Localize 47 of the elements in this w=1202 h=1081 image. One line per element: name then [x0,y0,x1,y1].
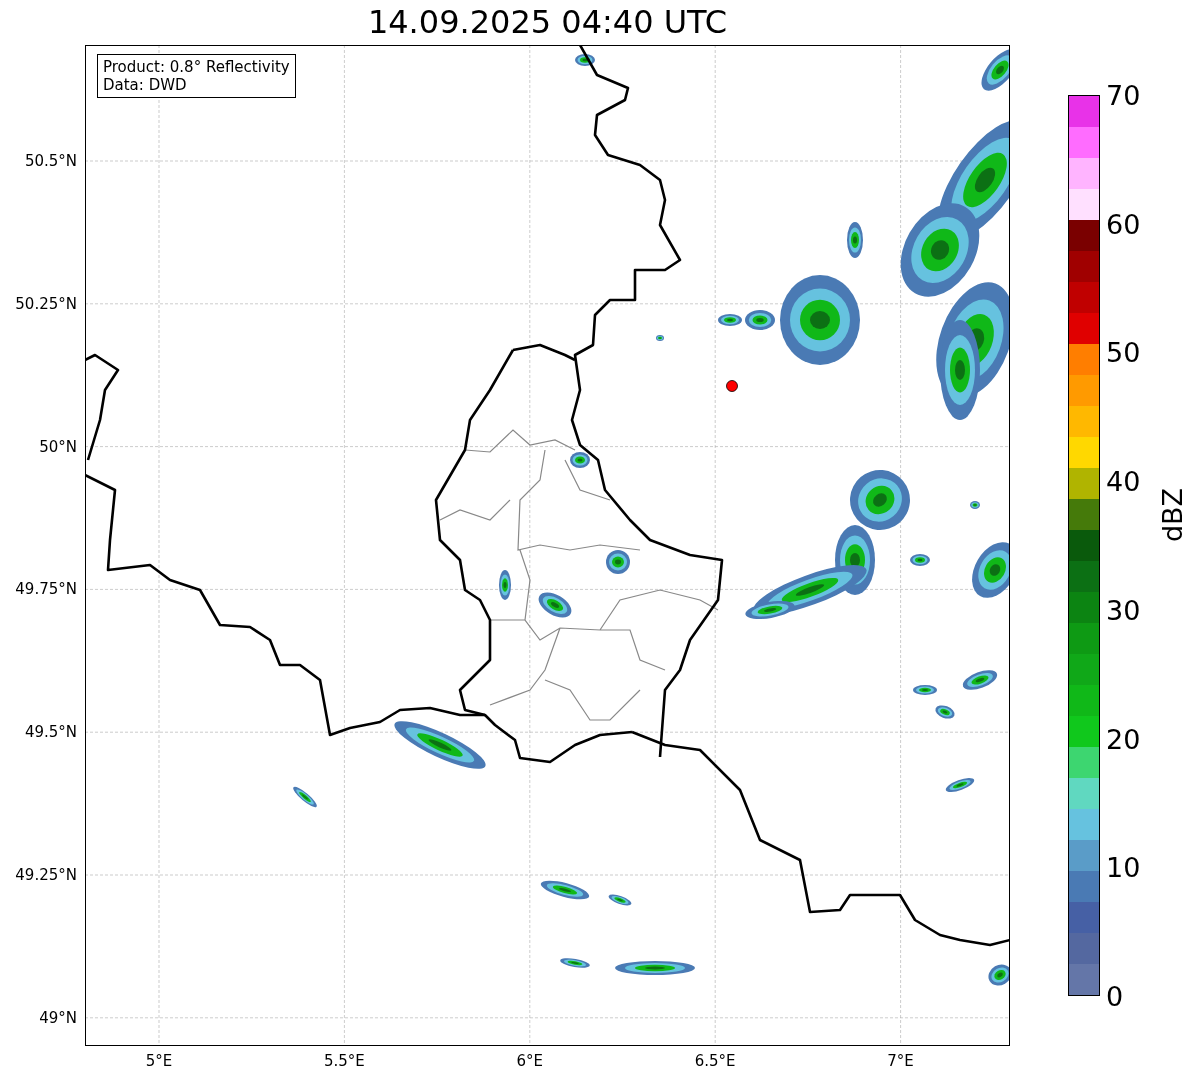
colorbar-tick-label: 60 [1106,208,1141,240]
radar-echo [945,778,975,792]
radar-echo [988,964,1009,986]
radar-echo [499,570,511,600]
longitude-label: 6°E [516,1052,544,1070]
radar-echo [538,592,572,618]
radar-echo [935,705,955,719]
radar-echo [718,314,742,326]
colorbar-tick-label: 20 [1106,723,1141,755]
radar-echo [970,501,980,509]
colorbar-tick-label: 30 [1106,594,1141,626]
longitude-label: 5.5°E [323,1052,365,1070]
latitude-label: 49.75°N [15,580,77,599]
radar-echo [910,554,930,566]
radar-echo [656,335,664,341]
latitude-label: 49.25°N [15,866,77,884]
radar-echo [560,958,590,968]
chart-title: 14.09.2025 04:40 UTC [366,2,729,43]
colorbar-tick-label: 10 [1106,851,1141,883]
latitude-label: 49°N [39,1008,77,1027]
radar-echo [981,49,1009,91]
colorbar-tick-label: 0 [1106,980,1124,1012]
radar-echo [293,786,317,808]
info-text: Data: DWD [103,76,188,94]
info-text: Product: 0.8° Reflectivity [103,58,290,76]
radar-echo [745,310,775,330]
radar-echo [575,54,595,66]
colorbar-tick-label: 40 [1106,465,1141,497]
longitude-label: 7°E [887,1052,914,1070]
longitude-label: 5°E [145,1052,173,1070]
radar-echo [962,670,998,690]
longitude-label: 6.5°E [694,1052,736,1070]
location-marker [726,380,738,392]
latitude-label: 50.25°N [15,294,77,313]
radar-echo [847,222,863,258]
latitude-label: 50°N [39,437,77,456]
radar-echo [913,685,937,695]
radar-echo [570,452,590,468]
colorbar-tick-label: 70 [1106,79,1141,111]
radar-echo [608,894,632,906]
radar-echo [606,550,630,574]
colorbar-label: dBZ [1156,487,1188,543]
latitude-label: 50.5°N [24,152,77,170]
radar-echo [540,880,590,900]
latitude-label: 49.5°N [24,723,77,742]
radar-echo [972,542,1009,598]
colorbar-tick-label: 50 [1106,336,1141,368]
